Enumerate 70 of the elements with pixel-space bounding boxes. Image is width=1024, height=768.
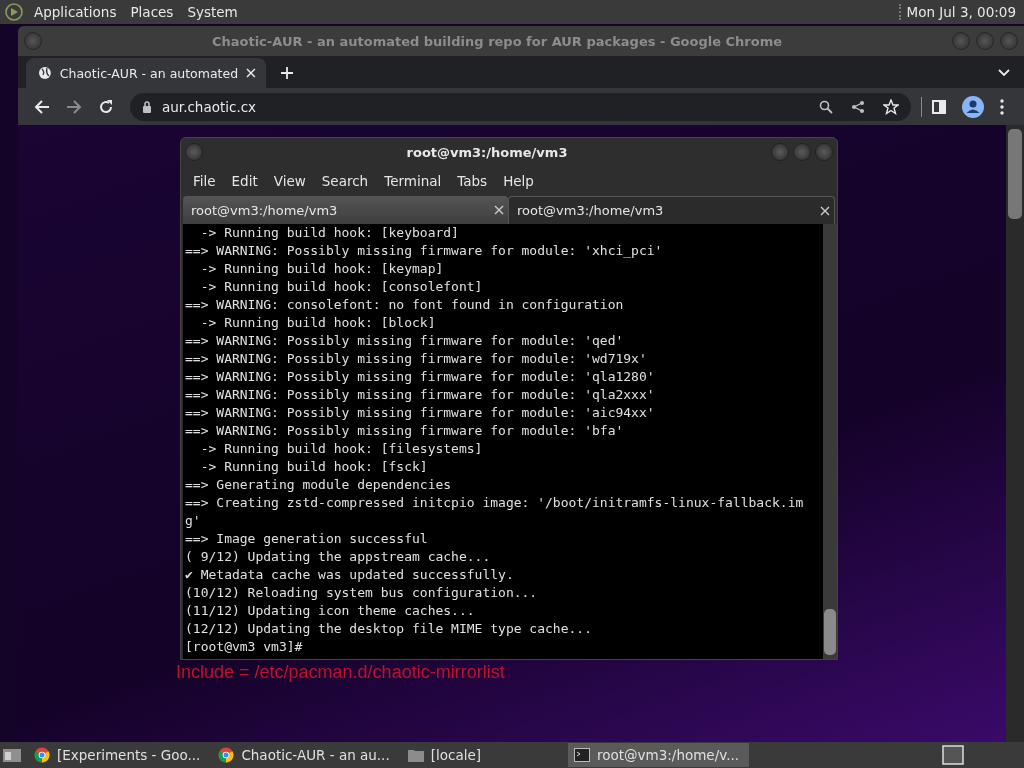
profile-avatar-icon[interactable]: [962, 95, 984, 118]
terminal-line: -> Running build hook: [consolefont]: [199, 278, 484, 296]
taskbar-item[interactable]: [Experiments - Goo...: [28, 743, 207, 767]
menu-item[interactable]: View: [265, 173, 314, 189]
terminal-line: ==> WARNING: consolefont: no font found in configuration: [185, 296, 625, 314]
browser-logo-icon: [218, 747, 235, 763]
new-tab-icon[interactable]: [280, 66, 294, 80]
search-icon[interactable]: [819, 99, 833, 114]
terminal-line: ==> Creating zstd-compressed initcpio image: '/boot/initramfs-linux-fallback.img': [185, 494, 805, 530]
terminal-line: ==> Image generation successful: [185, 530, 429, 548]
menu-item[interactable]: Terminal: [376, 173, 450, 189]
terminal-icon: [574, 748, 590, 762]
window-title: Chaotic-AUR - an automated building repo for AUR packages - Google Chrome: [210, 33, 784, 49]
side-panel-icon[interactable]: [932, 99, 946, 114]
folder-icon: [407, 748, 424, 762]
close-tab-icon[interactable]: [820, 205, 830, 216]
menu-item[interactable]: Tabs: [449, 173, 496, 189]
terminal-line: ==> WARNING: Possibly missing firmware for module: 'xhci_pci': [185, 242, 664, 260]
close-tab-icon[interactable]: [494, 205, 504, 215]
browser-logo-icon: [34, 747, 50, 763]
scrollbar[interactable]: [823, 224, 837, 659]
terminal-line: ( 9/12) Updating the appstream cache...: [185, 548, 492, 566]
config-line: Include = /etc/pacman.d/chaotic-mirrorlist: [176, 662, 506, 683]
scrollbar[interactable]: [1006, 125, 1024, 742]
terminal-line: ==> WARNING: Possibly missing firmware for module: 'aic94xx': [185, 404, 656, 422]
terminal-line: (11/12) Updating icon theme caches...: [185, 602, 476, 620]
terminal-line: [root@vm3 vm3]#: [185, 638, 304, 656]
terminal-tab[interactable]: root@vm3:/home/vm3: [183, 196, 508, 224]
menu-item[interactable]: File: [185, 173, 224, 189]
clock[interactable]: Mon Jul 3, 00:09: [898, 4, 1016, 20]
terminal-line: ==> WARNING: Possibly missing firmware for module: 'qla1280': [185, 368, 656, 386]
terminal-tab[interactable]: root@vm3:/home/vm3: [508, 196, 835, 224]
panel-menu[interactable]: Places: [130, 4, 174, 20]
show-desktop-icon[interactable]: [2, 746, 22, 764]
terminal-line: -> Running build hook: [fsck]: [199, 458, 429, 476]
back-icon[interactable]: [34, 98, 50, 115]
globe-icon: [38, 66, 52, 80]
terminal-line: (12/12) Updating the desktop file MIME type cache...: [185, 620, 593, 638]
close-tab-icon[interactable]: [246, 68, 256, 78]
terminal-line: ==> WARNING: Possibly missing firmware for module: 'qed': [185, 332, 625, 350]
tab-search-icon[interactable]: [998, 69, 1010, 77]
terminal-line: -> Running build hook: [block]: [199, 314, 437, 332]
taskbar-item[interactable]: root@vm3:/home/v...: [568, 743, 750, 767]
terminal-line: ==> WARNING: Possibly missing firmware for module: 'wd719x': [185, 350, 648, 368]
panel-menu[interactable]: System: [187, 4, 238, 20]
menu-item[interactable]: Edit: [223, 173, 266, 189]
browser-tab[interactable]: Chaotic-AUR - an automated: [26, 58, 266, 88]
panel-menu[interactable]: Applications: [34, 4, 117, 20]
forward-icon[interactable]: [66, 98, 82, 115]
menu-icon[interactable]: [1000, 98, 1004, 115]
terminal-line: ==> WARNING: Possibly missing firmware for module: 'bfa': [185, 422, 625, 440]
menu-item[interactable]: Help: [495, 173, 542, 189]
reload-icon[interactable]: [98, 98, 114, 115]
distro-logo-icon[interactable]: [4, 2, 24, 22]
star-icon[interactable]: [883, 98, 899, 115]
workspace-switcher-icon[interactable]: [942, 745, 964, 765]
terminal-line: -> Running build hook: [filesystems]: [199, 440, 484, 458]
terminal-line: (10/12) Reloading system bus configuration...: [185, 584, 539, 602]
taskbar-item[interactable]: [locale]: [401, 743, 487, 767]
lock-icon: [142, 100, 152, 113]
terminal-line: ==> Generating module dependencies: [185, 476, 453, 494]
terminal-line: ✔ Metadata cache was updated successfully.: [185, 566, 515, 584]
share-icon[interactable]: [851, 99, 865, 114]
menu-item[interactable]: Search: [313, 173, 377, 189]
address-bar[interactable]: aur.chaotic.cx: [130, 92, 911, 121]
terminal-line: ==> WARNING: Possibly missing firmware for module: 'qla2xxx': [185, 386, 656, 404]
terminal-line: -> Running build hook: [keyboard]: [199, 224, 460, 242]
window-title: root@vm3:/home/vm3: [405, 144, 569, 160]
taskbar-item[interactable]: Chaotic-AUR - an au...: [212, 743, 396, 767]
terminal-line: -> Running build hook: [keymap]: [199, 260, 445, 278]
